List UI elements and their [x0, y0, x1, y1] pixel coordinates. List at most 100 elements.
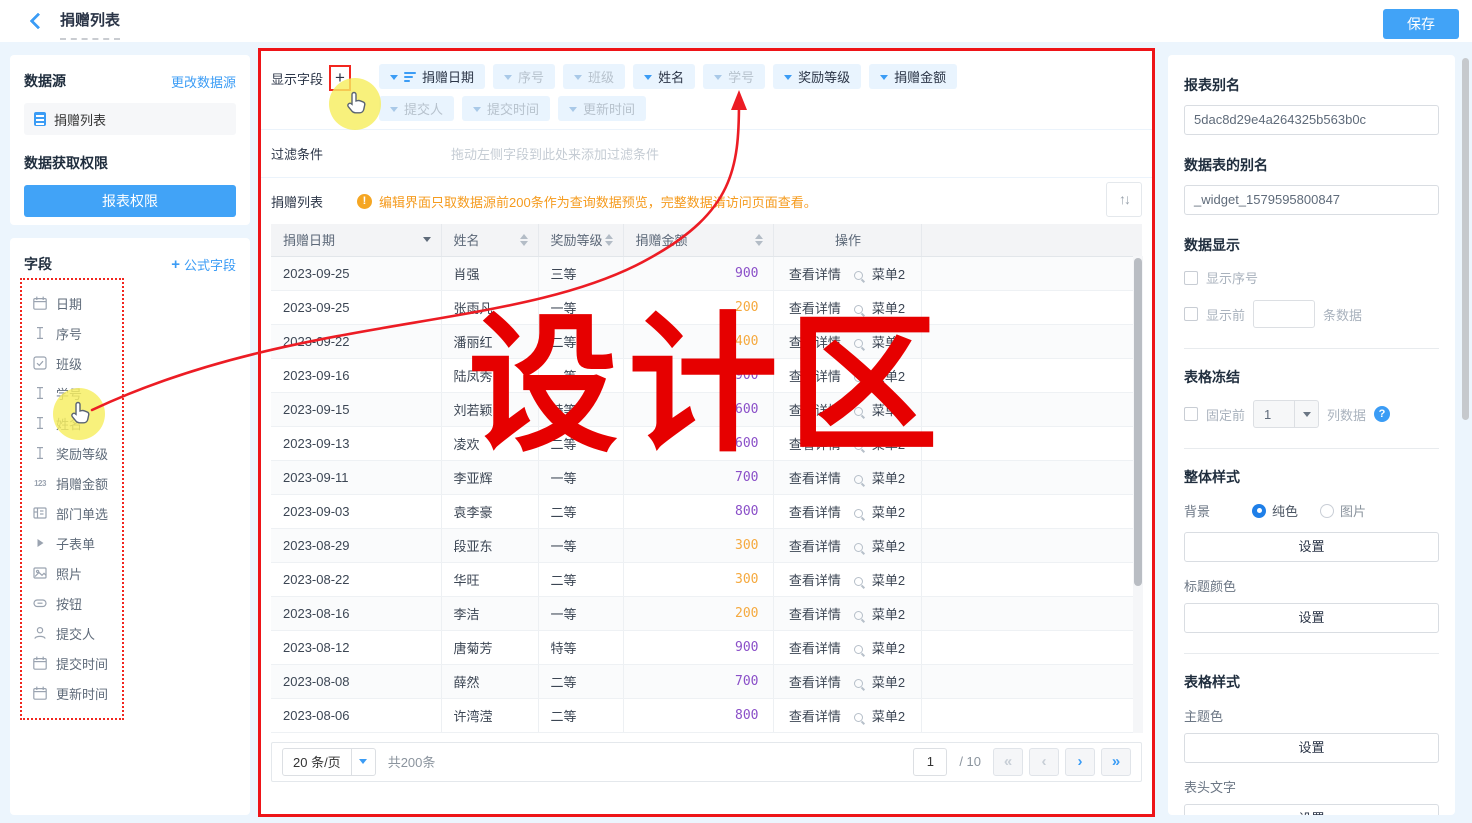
view-detail-link[interactable]: 查看详情 — [789, 403, 841, 418]
view-detail-link[interactable]: 查看详情 — [789, 709, 841, 724]
display-field-chip[interactable]: 姓名 — [633, 64, 695, 89]
display-field-chip[interactable]: 提交时间 — [462, 96, 550, 121]
search-icon[interactable] — [854, 543, 863, 552]
view-detail-link[interactable]: 查看详情 — [789, 267, 841, 282]
search-icon[interactable] — [854, 611, 863, 620]
last-page-button[interactable] — [1101, 748, 1131, 776]
search-icon[interactable] — [854, 679, 863, 688]
window-scrollbar-thumb[interactable] — [1462, 58, 1469, 420]
sort-desc-icon[interactable] — [423, 237, 431, 242]
back-icon[interactable] — [28, 13, 44, 29]
field-item[interactable]: 班级 — [22, 348, 122, 378]
search-icon[interactable] — [854, 577, 863, 586]
report-alias-input[interactable]: 5dac8d29e4a264325b563b0c — [1184, 105, 1439, 135]
view-detail-link[interactable]: 查看详情 — [789, 539, 841, 554]
add-display-field-button[interactable]: + — [329, 65, 351, 91]
col-header-date[interactable]: 捐赠日期 — [271, 224, 441, 256]
display-field-chip[interactable]: 捐赠金额 — [869, 64, 957, 89]
view-detail-link[interactable]: 查看详情 — [789, 607, 841, 622]
search-icon[interactable] — [854, 645, 863, 654]
add-formula-field-link[interactable]: + 公式字段 — [171, 255, 236, 274]
chevron-down-icon[interactable] — [714, 75, 722, 80]
page-size-select[interactable]: 20 条/页 — [282, 748, 376, 776]
table-scrollbar-thumb[interactable] — [1134, 258, 1142, 586]
search-icon[interactable] — [854, 441, 863, 450]
filter-dropzone-placeholder[interactable]: 拖动左侧字段到此处来添加过滤条件 — [451, 144, 659, 163]
search-icon[interactable] — [854, 373, 863, 382]
show-index-checkbox[interactable] — [1184, 271, 1198, 285]
menu2-link[interactable]: 菜单2 — [872, 301, 905, 316]
chevron-down-icon[interactable] — [574, 75, 582, 80]
show-first-checkbox[interactable] — [1184, 307, 1198, 321]
menu2-link[interactable]: 菜单2 — [872, 539, 905, 554]
display-field-chip[interactable]: 班级 — [563, 64, 625, 89]
view-detail-link[interactable]: 查看详情 — [789, 471, 841, 486]
background-set-button[interactable]: 设置 — [1184, 532, 1439, 562]
field-item[interactable]: 照片 — [22, 558, 122, 588]
field-item[interactable]: 姓名 — [22, 408, 122, 438]
report-permission-button[interactable]: 报表权限 — [24, 185, 236, 217]
menu2-link[interactable]: 菜单2 — [872, 403, 905, 418]
view-detail-link[interactable]: 查看详情 — [789, 369, 841, 384]
chevron-down-icon[interactable] — [569, 107, 577, 112]
theme-color-set-button[interactable]: 设置 — [1184, 733, 1439, 763]
bg-solid-radio[interactable]: 纯色 — [1252, 501, 1298, 520]
menu2-link[interactable]: 菜单2 — [872, 573, 905, 588]
field-item[interactable]: 子表单 — [22, 528, 122, 558]
freeze-checkbox[interactable] — [1184, 407, 1198, 421]
change-datasource-link[interactable]: 更改数据源 — [171, 72, 236, 91]
chevron-down-icon[interactable] — [390, 75, 398, 80]
field-item[interactable]: 提交人 — [22, 618, 122, 648]
search-icon[interactable] — [854, 339, 863, 348]
show-first-count-input[interactable] — [1253, 300, 1315, 328]
table-scrollbar[interactable] — [1133, 256, 1143, 733]
search-icon[interactable] — [854, 475, 863, 484]
chevron-down-icon[interactable] — [644, 75, 652, 80]
prev-page-button[interactable] — [1029, 748, 1059, 776]
col-header-name[interactable]: 姓名 — [441, 224, 538, 256]
search-icon[interactable] — [854, 509, 863, 518]
field-item[interactable]: 日期 — [22, 288, 122, 318]
menu2-link[interactable]: 菜单2 — [872, 505, 905, 520]
menu2-link[interactable]: 菜单2 — [872, 369, 905, 384]
chevron-down-icon[interactable] — [390, 107, 398, 112]
field-item[interactable]: 提交时间 — [22, 648, 122, 678]
menu2-link[interactable]: 菜单2 — [872, 709, 905, 724]
field-item[interactable]: 奖励等级 — [22, 438, 122, 468]
chevron-down-icon[interactable] — [784, 75, 792, 80]
field-item[interactable]: 更新时间 — [22, 678, 122, 708]
save-button[interactable]: 保存 — [1383, 9, 1459, 39]
menu2-link[interactable]: 菜单2 — [872, 437, 905, 452]
datasource-item[interactable]: 捐赠列表 — [24, 103, 236, 135]
first-page-button[interactable] — [993, 748, 1023, 776]
field-item[interactable]: 学号 — [22, 378, 122, 408]
table-alias-input[interactable]: _widget_1579595800847 — [1184, 185, 1439, 215]
view-detail-link[interactable]: 查看详情 — [789, 505, 841, 520]
menu2-link[interactable]: 菜单2 — [872, 471, 905, 486]
chevron-down-icon[interactable] — [880, 75, 888, 80]
field-item[interactable]: 123捐赠金额 — [22, 468, 122, 498]
menu2-link[interactable]: 菜单2 — [872, 267, 905, 282]
display-field-chip[interactable]: 学号 — [703, 64, 765, 89]
sort-tool-icon[interactable] — [1106, 182, 1142, 217]
search-icon[interactable] — [854, 271, 863, 280]
view-detail-link[interactable]: 查看详情 — [789, 335, 841, 350]
sort-updown-icon[interactable] — [755, 234, 763, 246]
sort-updown-icon[interactable] — [605, 234, 613, 246]
col-header-amount[interactable]: 捐赠金额 — [623, 224, 773, 256]
help-icon[interactable] — [1374, 406, 1390, 422]
field-item[interactable]: 部门单选 — [22, 498, 122, 528]
menu2-link[interactable]: 菜单2 — [872, 641, 905, 656]
next-page-button[interactable] — [1065, 748, 1095, 776]
view-detail-link[interactable]: 查看详情 — [789, 437, 841, 452]
display-field-chip[interactable]: 序号 — [493, 64, 555, 89]
search-icon[interactable] — [854, 407, 863, 416]
sort-updown-icon[interactable] — [520, 234, 528, 246]
col-header-level[interactable]: 奖励等级 — [538, 224, 623, 256]
menu2-link[interactable]: 菜单2 — [872, 607, 905, 622]
view-detail-link[interactable]: 查看详情 — [789, 573, 841, 588]
menu2-link[interactable]: 菜单2 — [872, 675, 905, 690]
page-number-input[interactable]: 1 — [913, 748, 947, 776]
header-text-set-button[interactable]: 设置 — [1184, 804, 1439, 815]
view-detail-link[interactable]: 查看详情 — [789, 641, 841, 656]
